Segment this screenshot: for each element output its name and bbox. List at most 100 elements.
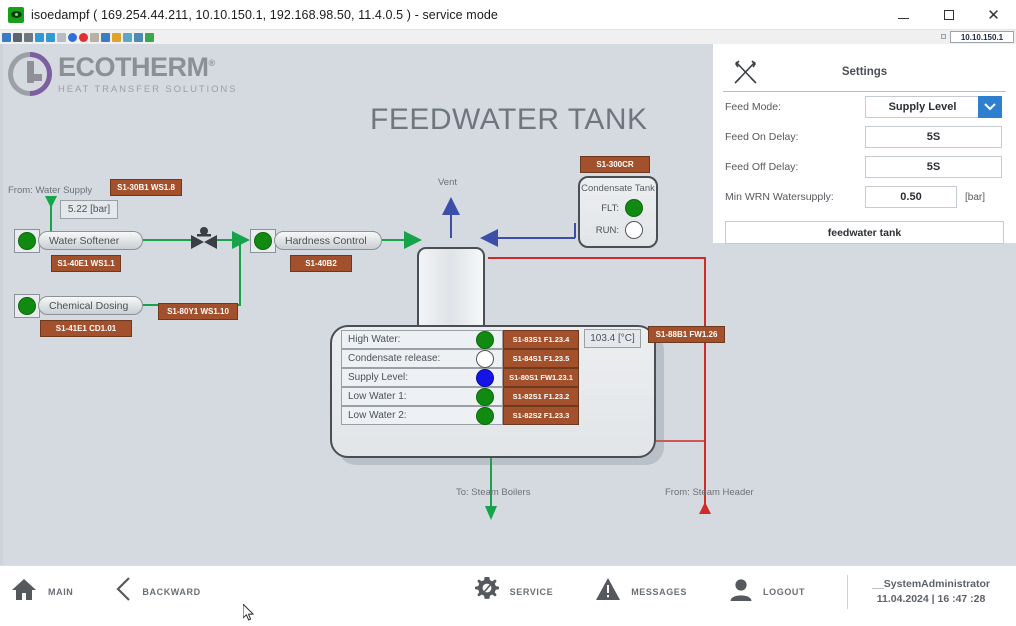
supply-level-tag[interactable]: S1-80S1 FW1.23.1 [503, 368, 579, 387]
water-softener-tag[interactable]: S1-40E1 WS1.1 [51, 255, 121, 272]
hardness-control-tag[interactable]: S1-40B2 [290, 255, 352, 272]
main-label: MAIN [48, 586, 74, 597]
sidebar-item-main[interactable]: MAIN [10, 566, 73, 618]
low-water-2-label: Low Water 2: [348, 410, 407, 421]
ip-address-badge[interactable]: 10.10.150.1 [950, 31, 1014, 43]
condensate-release-label: Condensate release: [348, 353, 441, 364]
close-icon[interactable]: ✕ [971, 0, 1016, 30]
window-title: isoedampf ( 169.254.44.211, 10.10.150.1,… [31, 7, 498, 22]
service-label: SERVICE [509, 586, 554, 597]
bottom-divider [847, 574, 849, 609]
hardness-control-pill[interactable]: Hardness Control [274, 231, 382, 250]
settings-gear-icon[interactable] [24, 32, 33, 42]
backward-label: BACKWARD [142, 586, 201, 597]
process-canvas: ECOTHERM® HEAT TRANSFER SOLUTIONS FEEDWA… [0, 44, 1016, 565]
condensate-tank-tag[interactable]: S1-300CR [580, 156, 650, 173]
eye-icon [8, 6, 24, 23]
windows-grid-icon[interactable] [46, 32, 55, 42]
condensate-release-tag[interactable]: S1-84S1 F1.23.5 [503, 349, 579, 368]
table-row: Condensate release: S1-84S1 F1.23.5 [341, 349, 581, 368]
chemical-dosing-lampbox [14, 294, 40, 318]
chemical-dosing-pill[interactable]: Chemical Dosing [38, 296, 143, 315]
low-water-1-lamp [476, 387, 494, 406]
shrink-icon[interactable] [13, 32, 22, 42]
supply-level-lamp [476, 368, 494, 387]
chat-icon[interactable] [145, 32, 154, 42]
user-info: __SystemAdministrator 11.04.2024 | 16 :4… [872, 578, 990, 605]
refresh-icon[interactable] [35, 32, 44, 42]
sync-icon[interactable] [134, 32, 143, 42]
title-bar: isoedampf ( 169.254.44.211, 10.10.150.1,… [0, 0, 1016, 30]
low-water-2-lamp [476, 406, 494, 425]
high-water-lamp [476, 330, 494, 349]
source-label: From: Water Supply [8, 185, 93, 196]
vent-label: Vent [438, 177, 458, 188]
supply-level-label: Supply Level: [348, 372, 409, 383]
table-row: High Water: S1-83S1 F1.23.4 [341, 330, 581, 349]
water-softener-lampbox [14, 229, 40, 253]
home-icon [10, 577, 38, 607]
feedwater-tank-vessel [417, 247, 485, 329]
chemical-dosing-label: Chemical Dosing [49, 299, 129, 312]
panel-icon[interactable] [112, 32, 121, 42]
low-water-2-tag[interactable]: S1-82S2 F1.23.3 [503, 406, 579, 425]
pressure-readout: 5.22 [bar] [60, 200, 118, 219]
logout-label: LOGOUT [763, 586, 806, 597]
supply-tag[interactable]: S1-30B1 WS1.8 [110, 179, 182, 196]
high-water-label: High Water: [348, 334, 401, 345]
condensate-run-label: RUN: [595, 224, 619, 236]
valve-icon[interactable] [188, 225, 220, 258]
monitor-icon[interactable] [101, 32, 110, 42]
info-icon[interactable] [68, 32, 77, 42]
chemical-dosing-lamp [18, 297, 36, 315]
gear-icon [474, 576, 500, 607]
username: __SystemAdministrator [872, 578, 990, 590]
condensate-tank-card: Condensate Tank FLT: RUN: [578, 176, 658, 248]
sidebar-item-messages[interactable]: MESSAGES [595, 566, 687, 618]
back-icon[interactable] [2, 32, 11, 42]
window-controls: ✕ [881, 0, 1016, 30]
high-water-tag[interactable]: S1-83S1 F1.23.4 [503, 330, 579, 349]
minimize-icon[interactable] [881, 0, 926, 30]
application-window: isoedampf ( 169.254.44.211, 10.10.150.1,… [0, 0, 1016, 621]
low-water-1-label: Low Water 1: [348, 391, 407, 402]
feedwater-level-tag[interactable]: S1-88B1 FW1.26 [648, 326, 725, 343]
hardness-control-lampbox [250, 229, 276, 253]
valve-tag[interactable]: S1-80Y1 WS1.10 [158, 303, 238, 320]
icon-toolbar [0, 30, 1016, 44]
network-icon[interactable] [123, 32, 132, 42]
table-row: Low Water 1: S1-82S1 F1.23.2 [341, 387, 581, 406]
user-icon [729, 577, 753, 607]
hardness-control-label: Hardness Control [285, 234, 367, 247]
level-indicator-table: High Water: S1-83S1 F1.23.4 Condensate r… [341, 330, 581, 425]
mouse-cursor-icon [242, 602, 255, 626]
maximize-icon[interactable] [926, 0, 971, 30]
water-softener-lamp [18, 232, 36, 250]
condensate-release-lamp [476, 349, 494, 368]
table-row: Supply Level: S1-80S1 FW1.23.1 [341, 368, 581, 387]
thermometer-icon[interactable] [90, 32, 99, 42]
warning-triangle-icon [595, 577, 621, 606]
from-steam-header-label: From: Steam Header [665, 487, 754, 498]
water-softener-pill[interactable]: Water Softener [38, 231, 143, 250]
condensate-tank-title: Condensate Tank [581, 183, 655, 194]
messages-label: MESSAGES [631, 586, 688, 597]
water-softener-label: Water Softener [49, 234, 120, 247]
hardness-control-lamp [254, 232, 272, 250]
chemical-dosing-tag[interactable]: S1-41E1 CD1.01 [40, 320, 132, 337]
datetime: 11.04.2024 | 16 :47 :28 [876, 593, 986, 605]
sidebar-item-service[interactable]: SERVICE [474, 566, 554, 618]
chevron-left-icon [115, 576, 132, 607]
save-disk-icon[interactable] [57, 32, 66, 42]
temperature-readout: 103.4 [°C] [584, 329, 641, 348]
condensate-flt-label: FLT: [601, 202, 619, 214]
to-steam-boilers-label: To: Steam Boilers [456, 487, 531, 498]
stop-record-icon[interactable] [79, 32, 88, 42]
sidebar-item-logout[interactable]: LOGOUT [729, 566, 805, 618]
condensate-run-lamp [625, 221, 643, 239]
table-row: Low Water 2: S1-82S2 F1.23.3 [341, 406, 581, 425]
ip-badge-handle [941, 34, 946, 39]
low-water-1-tag[interactable]: S1-82S1 F1.23.2 [503, 387, 579, 406]
condensate-flt-lamp [625, 199, 643, 217]
sidebar-item-backward[interactable]: BACKWARD [115, 566, 200, 618]
